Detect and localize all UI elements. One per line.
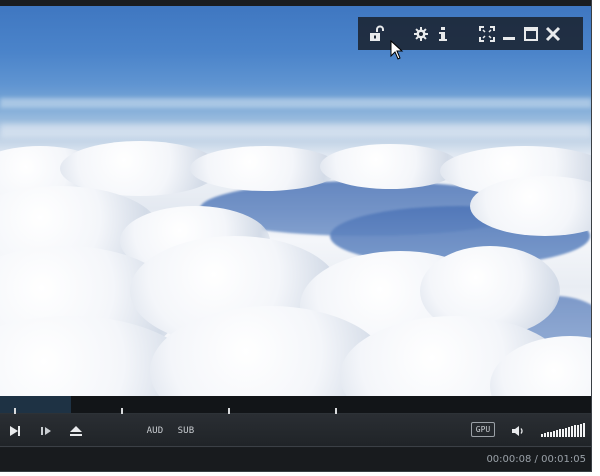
volume-bar [550, 431, 552, 437]
video-frame[interactable] [0, 6, 591, 396]
haze-band [0, 124, 591, 138]
play-next-icon [10, 426, 20, 436]
eject-button[interactable] [67, 422, 85, 440]
control-bar: AUD SUB [0, 414, 591, 447]
volume-bar [562, 428, 564, 437]
volume-bar [544, 433, 546, 437]
volume-bar [580, 423, 582, 437]
cloud-puff [320, 144, 460, 189]
cloud-puff [190, 146, 340, 191]
seek-bar[interactable] [0, 396, 591, 414]
mouse-cursor-icon [390, 40, 404, 60]
volume-bar [571, 426, 573, 437]
volume-bar [559, 429, 561, 437]
close-icon[interactable] [542, 23, 564, 45]
gear-icon[interactable] [410, 23, 432, 45]
volume-slider[interactable] [541, 423, 585, 437]
audio-track-button[interactable]: AUD [145, 422, 165, 440]
media-player-window: AUD SUB GPU 00:00:08 / 00:01:05 [0, 0, 592, 472]
frame-step-icon [41, 427, 51, 435]
unlock-icon[interactable] [366, 23, 388, 45]
volume-bar [553, 430, 555, 437]
minimize-icon[interactable] [498, 23, 520, 45]
volume-bar [574, 425, 576, 437]
play-next-button[interactable] [6, 422, 24, 440]
time-display: 00:00:08 / 00:01:05 [486, 454, 586, 465]
maximize-icon[interactable] [520, 23, 542, 45]
volume-bar [541, 434, 543, 437]
haze-band [0, 98, 591, 108]
gpu-badge[interactable]: GPU [471, 422, 495, 437]
volume-bar [583, 423, 585, 437]
volume-bar [565, 427, 567, 437]
seek-track[interactable] [0, 396, 591, 413]
subtitle-button[interactable]: SUB [176, 422, 196, 440]
speaker-icon [512, 426, 523, 436]
status-bar: 00:00:08 / 00:01:05 [0, 448, 591, 471]
volume-bar [556, 430, 558, 437]
frame-step-button[interactable] [37, 422, 55, 440]
fullscreen-icon[interactable] [476, 23, 498, 45]
volume-bar [568, 426, 570, 437]
volume-bar [547, 432, 549, 437]
volume-bar [577, 424, 579, 437]
eject-icon [70, 426, 82, 436]
mute-button[interactable] [509, 422, 527, 440]
info-icon[interactable] [432, 23, 454, 45]
seek-progress [0, 396, 72, 413]
